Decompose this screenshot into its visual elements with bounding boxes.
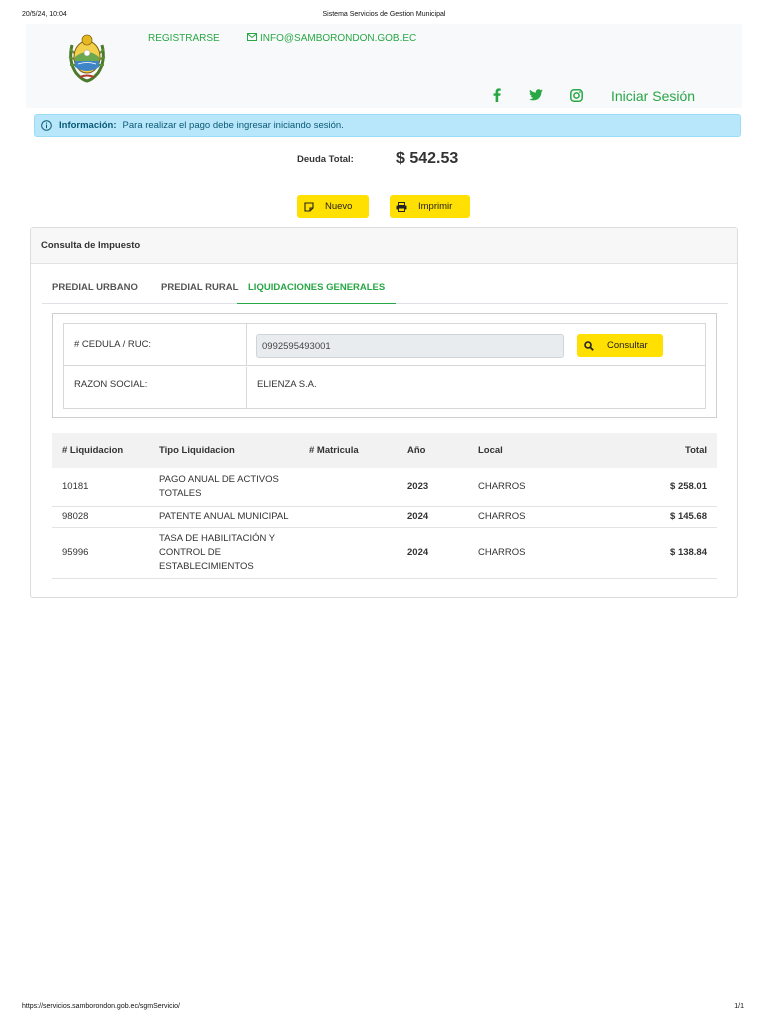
id-label: # CEDULA / RUC:	[64, 324, 247, 365]
new-button[interactable]: Nuevo	[297, 195, 369, 218]
print-page-count: 1/1	[734, 1003, 744, 1010]
name-value: ELIENZA S.A.	[257, 379, 317, 390]
envelope-icon	[247, 33, 257, 44]
tax-query-card: Consulta de Impuesto PREDIAL URBANO PRED…	[30, 227, 738, 598]
liquidations-table: # Liquidacion Tipo Liquidacion # Matricu…	[52, 433, 717, 579]
tab-predial-rural[interactable]: PREDIAL RURAL	[161, 282, 238, 293]
alert-message: Para realizar el pago debe ingresar inic…	[122, 120, 344, 131]
email-label: INFO@SAMBORONDON.GOB.EC	[260, 33, 417, 44]
sticky-note-icon	[304, 201, 314, 212]
cell-local: CHARROS	[468, 506, 578, 528]
cell-matricula	[299, 506, 397, 528]
col-tipo: Tipo Liquidacion	[159, 445, 235, 456]
col-anio: Año	[407, 445, 426, 456]
cell-total: $ 138.84	[578, 527, 717, 579]
table-row: 98028 PATENTE ANUAL MUNICIPAL 2024 CHARR…	[52, 506, 717, 528]
cell-local: CHARROS	[468, 468, 578, 507]
cell-liquidacion: 98028	[52, 506, 149, 528]
cell-tipo: PATENTE ANUAL MUNICIPAL	[149, 506, 299, 528]
search-icon	[584, 340, 594, 351]
register-link[interactable]: REGISTRARSE	[148, 33, 220, 44]
cell-liquidacion: 95996	[52, 527, 149, 579]
col-total: Total	[685, 445, 707, 456]
cell-tipo: PAGO ANUAL DE ACTIVOS TOTALES	[149, 468, 299, 507]
consult-button[interactable]: Consultar	[577, 334, 663, 357]
register-label: REGISTRARSE	[148, 33, 220, 44]
debt-total-value: $ 542.53	[396, 150, 459, 167]
twitter-icon[interactable]	[528, 87, 544, 103]
municipality-logo[interactable]	[66, 31, 108, 83]
cell-anio: 2024	[397, 527, 468, 579]
tab-predial-urbano[interactable]: PREDIAL URBANO	[52, 282, 138, 293]
alert-title: Información:	[59, 120, 117, 131]
cell-local: CHARROS	[468, 527, 578, 579]
col-liquidacion: # Liquidacion	[62, 445, 124, 456]
info-circle-icon	[41, 120, 52, 131]
instagram-icon[interactable]	[568, 87, 584, 103]
tax-tabs: PREDIAL URBANO PREDIAL RURAL LIQUIDACION…	[42, 279, 728, 304]
print-button-label: Imprimir	[418, 201, 453, 212]
print-footer: https://servicios.samborondon.gob.ec/sgm…	[0, 1003, 768, 1013]
info-alert: Información: Para realizar el pago debe …	[34, 114, 741, 137]
login-link[interactable]: Iniciar Sesión	[611, 88, 695, 104]
table-header: # Liquidacion Tipo Liquidacion # Matricu…	[52, 433, 717, 468]
query-form: # CEDULA / RUC: Consultar RAZON SOCIAL: …	[52, 313, 717, 418]
name-label: RAZON SOCIAL:	[64, 367, 247, 409]
table-row: 10181 PAGO ANUAL DE ACTIVOS TOTALES 2023…	[52, 468, 717, 507]
cell-liquidacion: 10181	[52, 468, 149, 507]
new-button-label: Nuevo	[325, 201, 353, 212]
cell-anio: 2023	[397, 468, 468, 507]
debt-total-label: Deuda Total:	[297, 154, 354, 165]
id-row: # CEDULA / RUC: Consultar	[64, 324, 705, 366]
consult-button-label: Consultar	[607, 340, 648, 351]
printer-icon	[396, 201, 407, 212]
name-row: RAZON SOCIAL: ELIENZA S.A.	[64, 367, 705, 409]
print-header: 20/5/24, 10:04 Sistema Servicios de Gest…	[0, 11, 768, 21]
cell-matricula	[299, 527, 397, 579]
query-form-table: # CEDULA / RUC: Consultar RAZON SOCIAL: …	[63, 323, 706, 409]
col-local: Local	[478, 445, 503, 456]
cell-tipo: TASA DE HABILITACIÓN Y CONTROL DE ESTABL…	[149, 527, 299, 579]
print-button[interactable]: Imprimir	[390, 195, 470, 218]
card-title: Consulta de Impuesto	[31, 228, 737, 264]
top-navbar: REGISTRARSE INFO@SAMBORONDON.GOB.EC Inic…	[26, 24, 742, 108]
col-matricula: # Matricula	[309, 445, 359, 456]
cell-total: $ 145.68	[578, 506, 717, 528]
tab-liquidaciones-generales[interactable]: LIQUIDACIONES GENERALES	[237, 282, 397, 304]
print-title: Sistema Servicios de Gestion Municipal	[322, 11, 446, 18]
id-input[interactable]	[256, 334, 564, 358]
cell-anio: 2024	[397, 506, 468, 528]
cell-total: $ 258.01	[578, 468, 717, 507]
cell-matricula	[299, 468, 397, 507]
facebook-icon[interactable]	[489, 87, 505, 103]
email-link[interactable]: INFO@SAMBORONDON.GOB.EC	[247, 33, 416, 44]
print-url: https://servicios.samborondon.gob.ec/sgm…	[22, 1003, 180, 1010]
table-row: 95996 TASA DE HABILITACIÓN Y CONTROL DE …	[52, 527, 717, 579]
